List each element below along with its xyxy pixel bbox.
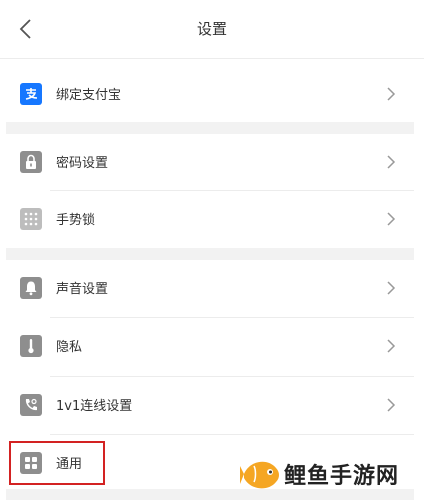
settings-item-label: 1v1连线设置 — [56, 399, 133, 414]
chevron-right-icon — [387, 87, 396, 101]
settings-item-label: 手势锁 — [56, 213, 96, 228]
chevron-right-icon — [387, 398, 396, 412]
settings-item-1v1-call[interactable]: 1v1连线设置 — [6, 377, 414, 433]
settings-item-alipay[interactable]: 绑定支付宝 — [6, 66, 414, 122]
fish-logo-icon — [240, 461, 279, 489]
phone-call-icon — [20, 394, 42, 416]
highlight-box — [9, 441, 105, 485]
page-title: 设置 — [196, 20, 227, 38]
lock-icon — [20, 151, 42, 173]
chevron-right-icon — [387, 212, 396, 226]
chevron-right-icon — [387, 155, 396, 169]
settings-item-label: 密码设置 — [56, 156, 109, 171]
watermark-text: 鲤鱼手游网 — [284, 464, 400, 489]
nav-bar: 设置 — [0, 0, 424, 59]
section-gap — [6, 248, 414, 260]
settings-item-label: 隐私 — [56, 340, 83, 355]
settings-item-label: 声音设置 — [56, 282, 109, 297]
settings-item-gesture-lock[interactable]: 手势锁 — [6, 191, 414, 247]
chevron-right-icon — [387, 339, 396, 353]
thermometer-icon — [20, 335, 42, 357]
chevron-right-icon — [387, 281, 396, 295]
alipay-icon — [20, 83, 42, 105]
section-gap — [6, 122, 414, 134]
watermark: 鲤鱼手游网 — [240, 452, 424, 498]
gesture-grid-icon — [20, 208, 42, 230]
settings-item-label: 绑定支付宝 — [56, 88, 122, 103]
settings-item-sound[interactable]: 声音设置 — [6, 260, 414, 316]
settings-item-password[interactable]: 密码设置 — [6, 134, 414, 190]
settings-item-privacy[interactable]: 隐私 — [6, 318, 414, 374]
bell-icon — [20, 277, 42, 299]
